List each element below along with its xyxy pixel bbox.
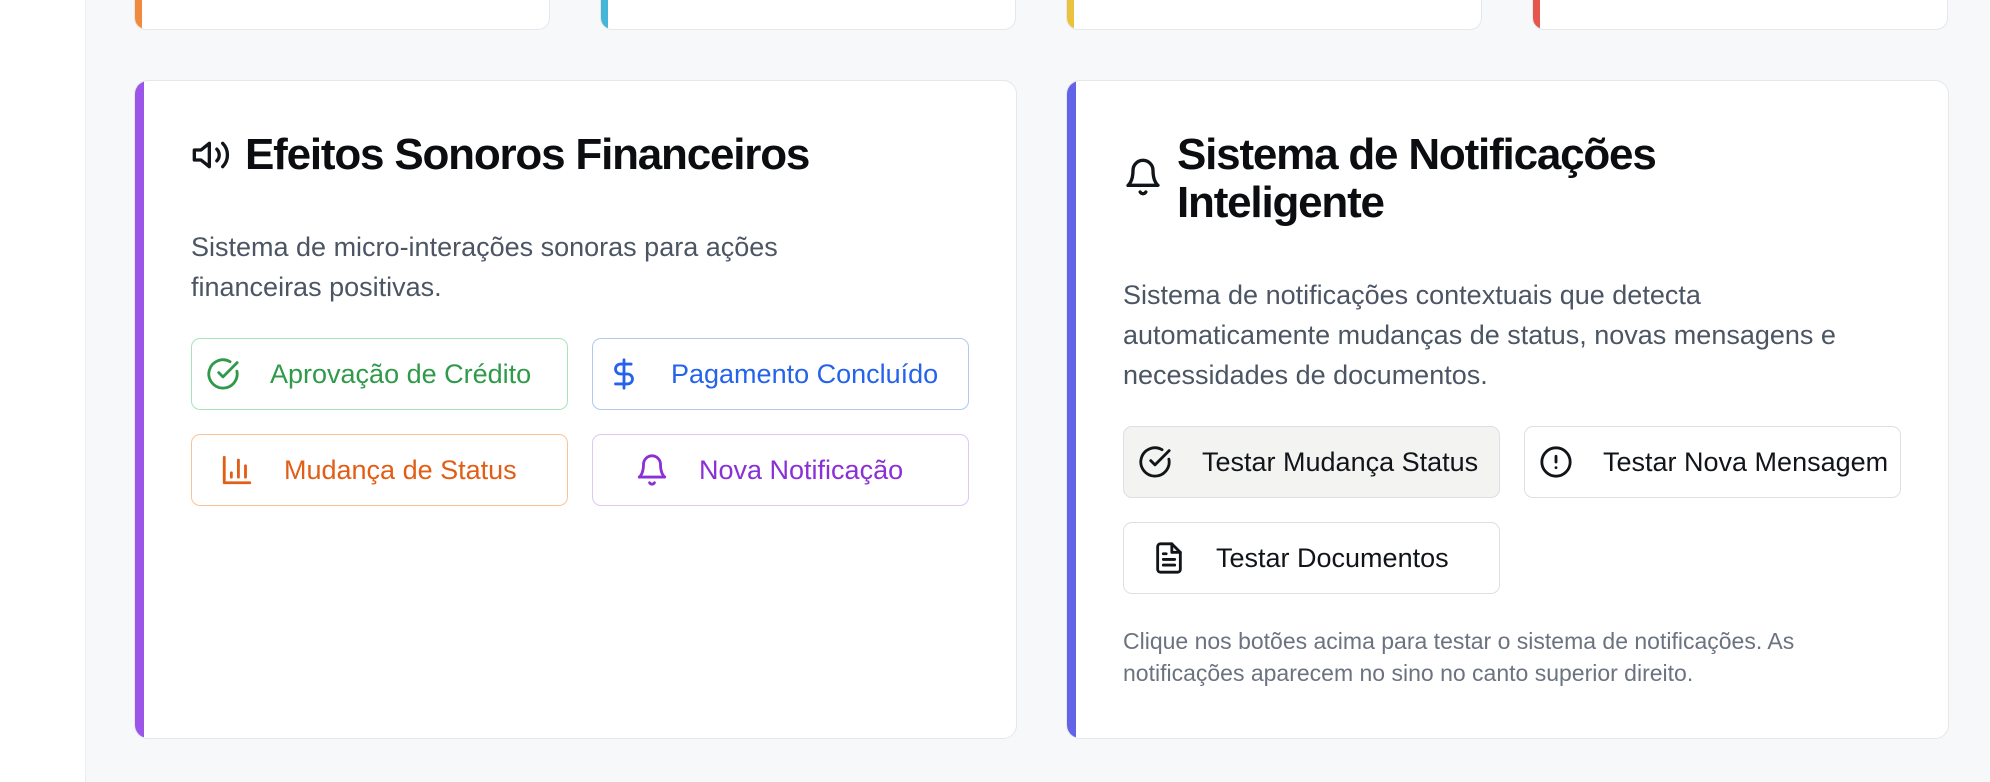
check-circle-icon xyxy=(1138,445,1172,479)
top-card-1 xyxy=(134,0,550,30)
card-accent xyxy=(135,81,144,738)
credit-approval-button[interactable]: Aprovação de Crédito xyxy=(191,338,568,410)
button-label: Nova Notificação xyxy=(699,454,904,485)
button-label: Mudança de Status xyxy=(284,454,517,485)
payment-completed-button[interactable]: Pagamento Concluído xyxy=(592,338,969,410)
button-label: Testar Documentos xyxy=(1216,542,1449,573)
test-status-change-button[interactable]: Testar Mudança Status xyxy=(1123,426,1500,498)
bell-icon xyxy=(635,453,669,487)
notifications-card: Sistema de Notificações Inteligente Sist… xyxy=(1066,80,1949,739)
sidebar xyxy=(0,0,86,782)
speaker-icon xyxy=(191,135,231,175)
button-label: Testar Mudança Status xyxy=(1202,446,1479,477)
card-title: Efeitos Sonoros Financeiros xyxy=(191,130,810,179)
card-title-text: Efeitos Sonoros Financeiros xyxy=(245,130,810,179)
card-accent xyxy=(1067,81,1076,738)
bell-icon xyxy=(1123,157,1163,197)
file-text-icon xyxy=(1152,541,1186,575)
card-description: Sistema de micro-interações sonoras para… xyxy=(191,232,778,302)
test-new-message-button[interactable]: Testar Nova Mensagem xyxy=(1524,426,1901,498)
top-card-3 xyxy=(1066,0,1482,30)
sound-effects-card: Efeitos Sonoros Financeiros Sistema de m… xyxy=(134,80,1017,739)
button-label: Aprovação de Crédito xyxy=(270,358,532,389)
help-note: Clique nos botões acima para testar o si… xyxy=(1123,628,1795,686)
bar-chart-icon xyxy=(220,453,254,487)
top-card-2 xyxy=(600,0,1016,30)
new-notification-button[interactable]: Nova Notificação xyxy=(592,434,969,506)
top-card-4 xyxy=(1532,0,1948,30)
button-label: Testar Nova Mensagem xyxy=(1603,446,1889,477)
card-description: Sistema de notificações contextuais que … xyxy=(1123,280,1836,390)
alert-circle-icon xyxy=(1539,445,1573,479)
button-label: Pagamento Concluído xyxy=(671,358,939,389)
dollar-icon xyxy=(607,357,641,391)
card-title-text: Sistema de Notificações Inteligente xyxy=(1177,130,1657,227)
card-title: Sistema de Notificações Inteligente xyxy=(1123,131,1923,227)
test-documents-button[interactable]: Testar Documentos xyxy=(1123,522,1500,594)
status-change-button[interactable]: Mudança de Status xyxy=(191,434,568,506)
check-circle-icon xyxy=(206,357,240,391)
